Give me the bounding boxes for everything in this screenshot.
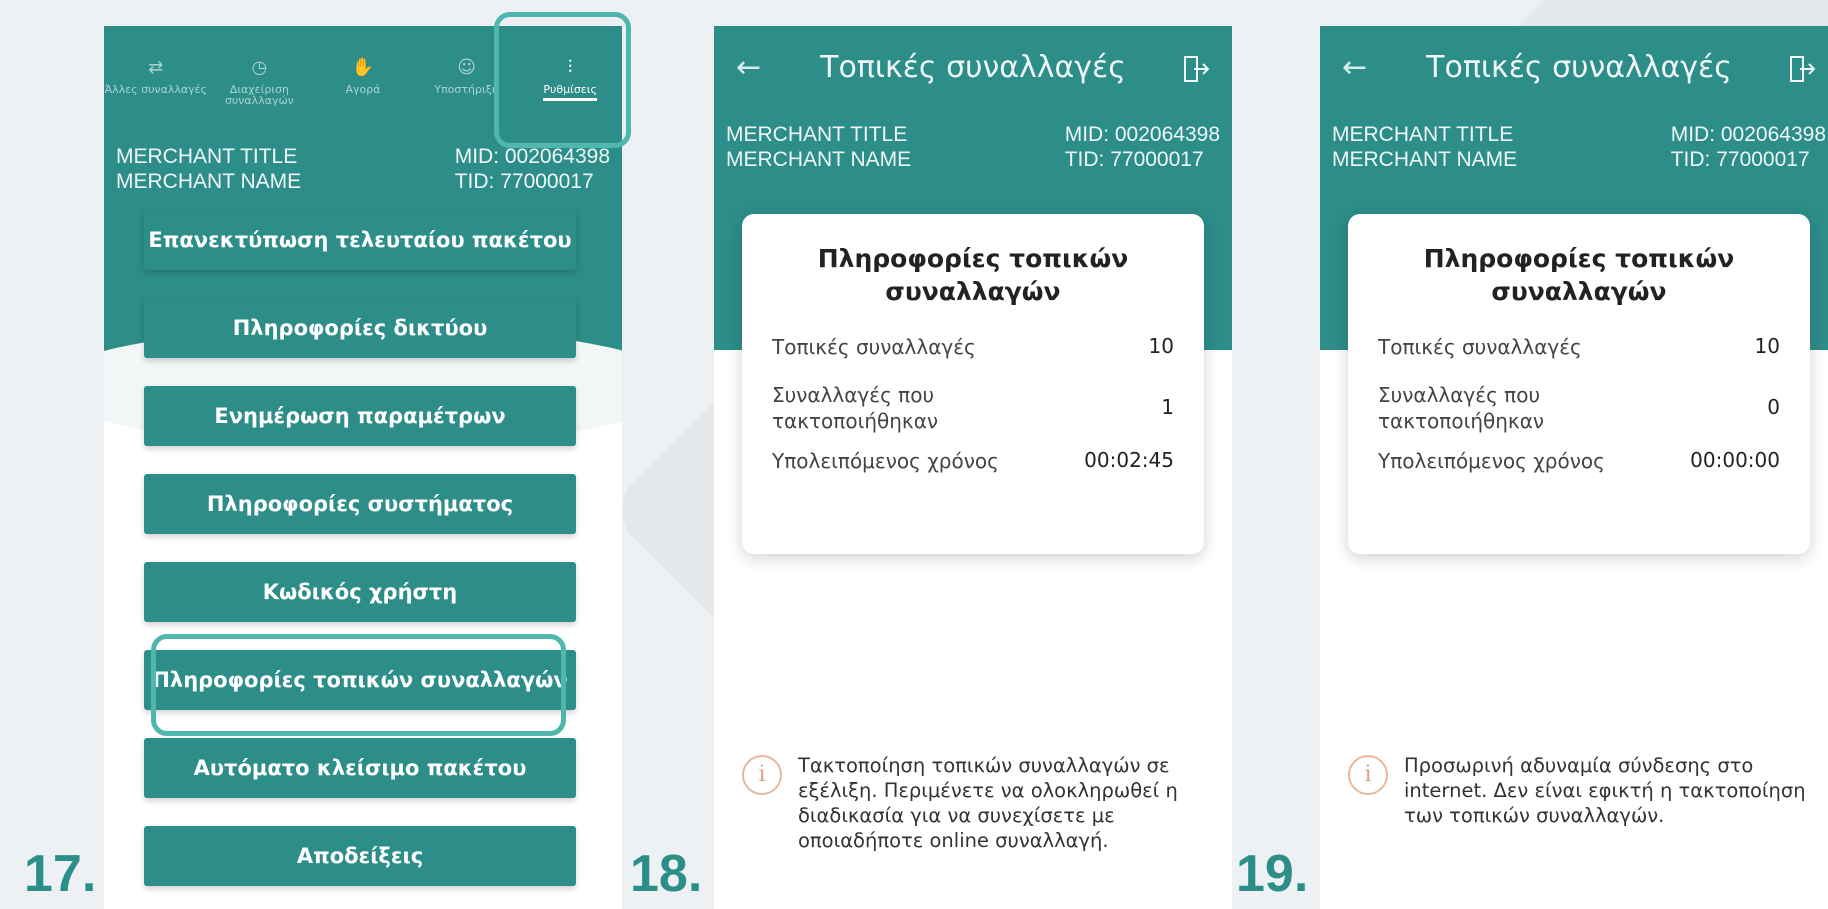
support-icon: ☺ — [457, 56, 476, 78]
merchant-title: MERCHANT TITLE — [116, 145, 298, 168]
settings-screen: ⇄ Άλλες συναλλαγές ◷ Διαχείριση συναλλαγ… — [104, 26, 622, 909]
tab-label: Διαχείριση συναλλαγών — [224, 83, 294, 107]
clock-icon: ◷ — [251, 56, 268, 78]
merchant-tid: TID: 77000017 — [1064, 148, 1204, 171]
merchant-info: MERCHANT TITLE MERCHANT NAME MID: 002064… — [1332, 122, 1826, 172]
row-label: Τοπικές συναλλαγές — [1378, 335, 1582, 359]
user-password-button[interactable]: Κωδικός χρήστη — [144, 562, 576, 622]
row-value: 0 — [1767, 395, 1780, 419]
merchant-name: MERCHANT NAME — [726, 148, 912, 171]
system-info-button[interactable]: Πληροφορίες συστήματος — [144, 474, 576, 534]
merchant-mid: MID: 002064398 — [1064, 123, 1220, 146]
page-title: Τοπικές συναλλαγές — [820, 50, 1126, 85]
info-icon: i — [1348, 755, 1388, 795]
card-title: Πληροφορίες τοπικών συναλλαγών — [1423, 244, 1735, 306]
local-transactions-row: Τοπικές συναλλαγές 10 — [772, 334, 1174, 360]
merchant-name: MERCHANT NAME — [1332, 148, 1518, 171]
row-value: 00:02:45 — [1084, 448, 1174, 472]
step-number-17: 17. — [24, 845, 97, 903]
exit-icon[interactable] — [1182, 54, 1210, 84]
step-number-18: 18. — [630, 845, 703, 903]
card-title: Πληροφορίες τοπικών συναλλαγών — [817, 244, 1129, 306]
row-label: Τοπικές συναλλαγές — [772, 335, 976, 359]
row-label: Συναλλαγές που τακτοποιήθηκαν — [1378, 383, 1545, 433]
local-transactions-row: Τοπικές συναλλαγές 10 — [1378, 334, 1780, 360]
auto-close-batch-button[interactable]: Αυτόματο κλείσιμο πακέτου — [144, 738, 576, 798]
network-info-button[interactable]: Πληροφορίες δικτύου — [144, 298, 576, 358]
row-label: Υπολειπόμενος χρόνος — [1378, 449, 1605, 473]
remaining-time-row: Υπολειπόμενος χρόνος 00:00:00 — [1378, 448, 1780, 474]
local-transactions-highlight — [151, 634, 566, 736]
row-value: 10 — [1148, 334, 1174, 358]
settled-transactions-row: Συναλλαγές που τακτοποιήθηκαν 1 — [772, 382, 1174, 434]
row-value: 10 — [1754, 334, 1780, 358]
row-label: Συναλλαγές που τακτοποιήθηκαν — [772, 383, 939, 433]
receipts-button[interactable]: Αποδείξεις — [144, 826, 576, 886]
merchant-tid: TID: 77000017 — [1670, 148, 1810, 171]
tab-transaction-management[interactable]: ◷ Διαχείριση συναλλαγών — [208, 26, 312, 126]
local-transactions-card: Πληροφορίες τοπικών συναλλαγών Τοπικές σ… — [742, 214, 1204, 554]
merchant-title: MERCHANT TITLE — [1332, 123, 1514, 146]
merchant-tid: TID: 77000017 — [454, 170, 594, 193]
notice-text: Προσωρινή αδυναμία σύνδεσης στο internet… — [1404, 754, 1806, 827]
exit-icon[interactable] — [1788, 54, 1816, 84]
row-label: Υπολειπόμενος χρόνος — [772, 449, 999, 473]
tab-label: Υποστήριξη — [434, 83, 499, 96]
page-title: Τοπικές συναλλαγές — [1426, 50, 1732, 85]
tab-label: Άλλες συναλλαγές — [104, 83, 208, 96]
settings-tab-highlight — [494, 12, 631, 148]
local-transactions-screen-offline: ← Τοπικές συναλλαγές MERCHANT TITLE MERC… — [1320, 26, 1828, 909]
hand-icon: ✋ — [351, 56, 375, 78]
merchant-name: MERCHANT NAME — [116, 170, 302, 193]
settled-transactions-row: Συναλλαγές που τακτοποιήθηκαν 0 — [1378, 382, 1780, 434]
step-number-19: 19. — [1236, 845, 1309, 903]
top-nav: ← Τοπικές συναλλαγές — [1320, 26, 1828, 116]
notice-text: Τακτοποίηση τοπικών συναλλαγών σε εξέλιξ… — [798, 754, 1178, 852]
update-parameters-button[interactable]: Ενημέρωση παραμέτρων — [144, 386, 576, 446]
info-icon: i — [742, 755, 782, 795]
row-value: 1 — [1161, 395, 1174, 419]
row-value: 00:00:00 — [1690, 448, 1780, 472]
local-transactions-card: Πληροφορίες τοπικών συναλλαγών Τοπικές σ… — [1348, 214, 1810, 554]
tab-purchase[interactable]: ✋ Αγορά — [311, 26, 415, 126]
top-nav: ← Τοπικές συναλλαγές — [714, 26, 1232, 116]
merchant-info: MERCHANT TITLE MERCHANT NAME MID: 002064… — [116, 144, 610, 194]
tab-other-transactions[interactable]: ⇄ Άλλες συναλλαγές — [104, 26, 208, 126]
merchant-title: MERCHANT TITLE — [726, 123, 908, 146]
local-transactions-screen-syncing: ← Τοπικές συναλλαγές MERCHANT TITLE MERC… — [714, 26, 1232, 909]
remaining-time-row: Υπολειπόμενος χρόνος 00:02:45 — [772, 448, 1174, 474]
tab-label: Αγορά — [345, 83, 381, 96]
reprint-last-batch-button[interactable]: Επανεκτύπωση τελευταίου πακέτου — [144, 210, 576, 270]
transfer-icon: ⇄ — [148, 56, 164, 78]
merchant-mid: MID: 002064398 — [1670, 123, 1826, 146]
merchant-info: MERCHANT TITLE MERCHANT NAME MID: 002064… — [726, 122, 1220, 172]
